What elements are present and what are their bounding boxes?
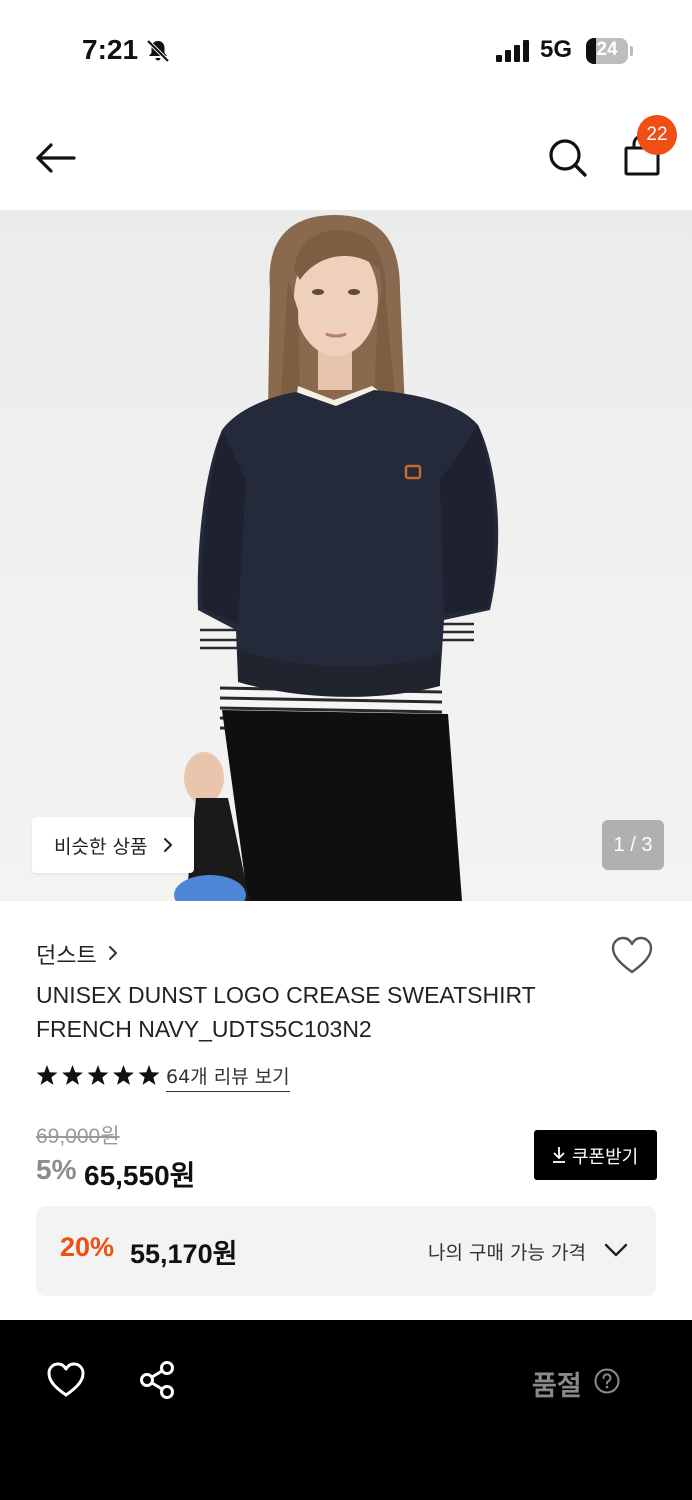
star-icon <box>113 1065 134 1085</box>
battery-icon: 24 <box>586 38 634 64</box>
similar-products-button[interactable]: 비슷한 상품 <box>32 817 194 873</box>
star-icon <box>36 1065 58 1085</box>
chevron-down-icon <box>604 1243 628 1257</box>
heart-icon[interactable] <box>46 1362 86 1398</box>
product-image-gallery[interactable]: 비슷한 상품 1 / 3 <box>0 210 692 901</box>
bell-muted-icon <box>146 39 170 63</box>
sold-out-label: 품절 <box>532 1371 582 1402</box>
coupon-label: 쿠폰받기 <box>572 1147 639 1168</box>
chevron-right-icon <box>109 946 117 960</box>
star-icon <box>138 1065 160 1085</box>
help-icon[interactable] <box>594 1368 620 1394</box>
back-arrow-icon[interactable] <box>34 140 78 176</box>
my-price-panel[interactable]: 20% 55,170원 나의 구매 가능 가격 <box>36 1206 656 1296</box>
battery-level: 24 <box>596 39 618 60</box>
discount-rate: 5% <box>36 1154 77 1185</box>
brand-link[interactable]: 던스트 <box>36 938 97 970</box>
product-photo <box>174 215 499 901</box>
download-icon <box>553 1147 565 1163</box>
heart-icon[interactable] <box>610 936 654 976</box>
similar-products-label: 비슷한 상품 <box>54 836 148 858</box>
search-icon[interactable] <box>546 136 588 178</box>
my-price-rate: 20% <box>60 1232 115 1262</box>
product-title: UNISEX DUNST LOGO CREASE SWEATSHIRT FREN… <box>36 982 536 1042</box>
status-bar: 7:21 5G 24 <box>0 0 692 100</box>
sale-price-value: 65,550 <box>84 1160 170 1191</box>
star-icon <box>87 1065 109 1085</box>
my-price-amount: 55,170원 <box>130 1239 238 1269</box>
sale-price: 65,550원 <box>84 1154 195 1194</box>
chevron-right-icon <box>164 838 172 852</box>
top-navigation <box>0 110 692 208</box>
share-icon[interactable] <box>138 1360 176 1400</box>
my-price-label: 나의 구매 가능 가격 <box>428 1242 586 1264</box>
sale-price-unit: 원 <box>169 1159 196 1192</box>
image-pager: 1 / 3 <box>602 820 664 870</box>
reviews-link[interactable]: 64개 리뷰 보기 <box>166 1062 290 1092</box>
original-price: 69,000원 <box>36 1125 120 1148</box>
signal-icon <box>496 40 529 62</box>
cart-count-badge: 22 <box>637 115 677 155</box>
bottom-action-bar: 품절 <box>0 1320 692 1500</box>
rating-stars <box>36 1065 160 1085</box>
star-icon <box>62 1065 83 1085</box>
coupon-button[interactable]: 쿠폰받기 <box>534 1130 657 1180</box>
network-type: 5G <box>540 36 573 63</box>
status-time: 7:21 <box>82 34 139 65</box>
